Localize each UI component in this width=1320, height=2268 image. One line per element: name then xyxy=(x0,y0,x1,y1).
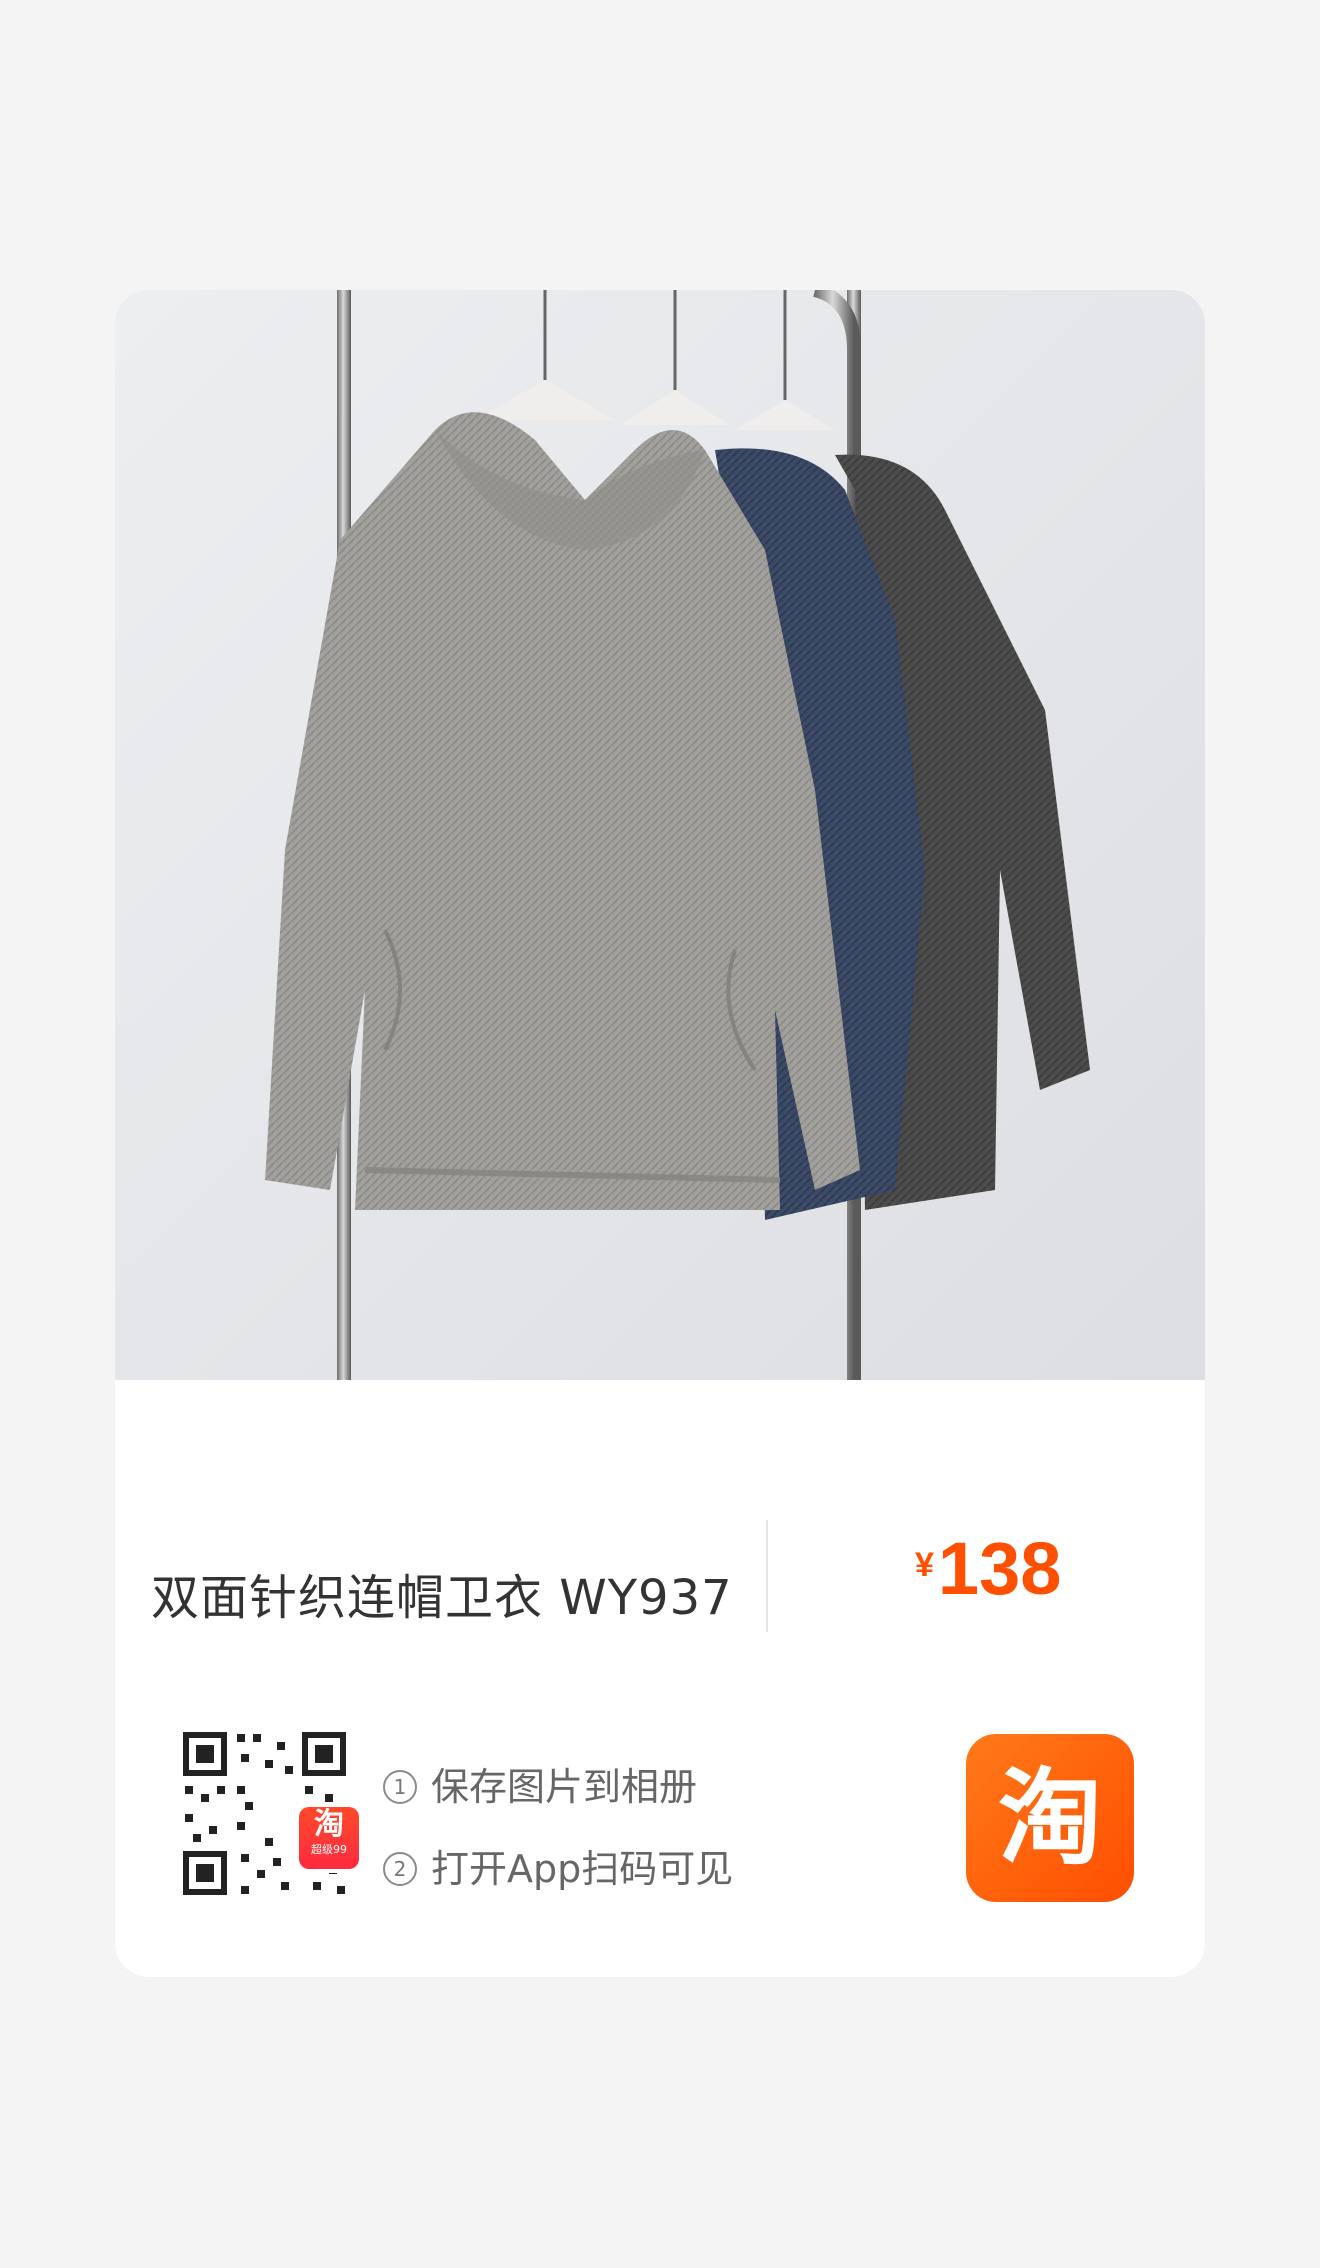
qr-section: 淘 超级99 1 保存图片到相册 2 打开App扫码可见 淘 xyxy=(115,1710,1205,1977)
qr-code: 淘 超级99 xyxy=(181,1730,359,1897)
qr-logo-subtext: 超级99 xyxy=(311,1843,347,1856)
price-currency: ¥ xyxy=(915,1546,934,1584)
step-number-2: 2 xyxy=(383,1852,417,1886)
qr-center-logo: 淘 超级99 xyxy=(299,1807,359,1869)
step-number-1: 1 xyxy=(383,1770,417,1804)
instruction-step-2: 2 打开App扫码可见 xyxy=(383,1838,733,1893)
qr-logo-glyph: 淘 xyxy=(314,1807,344,1842)
step-text-2: 打开App扫码可见 xyxy=(431,1847,734,1891)
product-photo xyxy=(115,290,1205,1380)
share-card: 双面针织连帽卫衣 WY937 ¥138 淘 超级99 1 保存图片到相册 2 打… xyxy=(115,290,1205,1977)
product-name: 双面针织连帽卫衣 WY937 xyxy=(151,1570,733,1626)
taobao-app-icon[interactable]: 淘 xyxy=(966,1734,1134,1902)
product-price: ¥138 xyxy=(915,1526,1061,1611)
product-info-row: 双面针织连帽卫衣 WY937 ¥138 xyxy=(115,1380,1205,1710)
divider xyxy=(766,1520,768,1632)
step-text-1: 保存图片到相册 xyxy=(431,1765,698,1809)
price-amount: 138 xyxy=(937,1527,1062,1610)
instruction-step-1: 1 保存图片到相册 xyxy=(383,1756,697,1811)
